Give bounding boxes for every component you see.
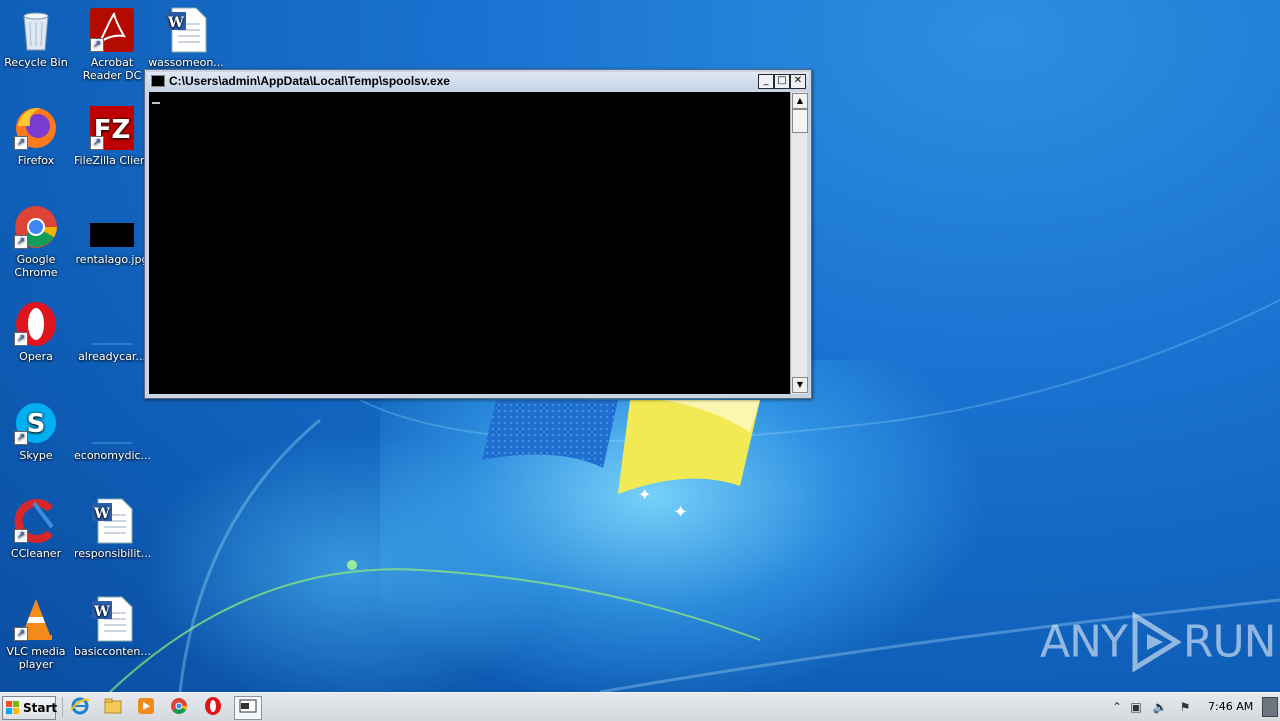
scroll-thumb[interactable] <box>792 109 808 133</box>
opera-icon[interactable] <box>200 696 226 718</box>
svg-text:✦: ✦ <box>673 502 688 516</box>
image-file-icon <box>88 203 136 251</box>
desktop-icon-label: Acrobat Reader DC <box>82 56 142 82</box>
start-label: Start <box>23 701 58 715</box>
console-output-area[interactable] <box>149 92 790 394</box>
show-desktop-button[interactable] <box>1262 697 1278 717</box>
svg-text:W: W <box>93 604 110 620</box>
blank-file-icon <box>88 399 136 447</box>
vlc-icon: ↗ <box>12 595 60 643</box>
desktop-icon-opera[interactable]: ↗ Opera <box>0 300 74 363</box>
play-logo-icon <box>1132 611 1182 673</box>
desktop-icon-label: Opera <box>19 350 53 363</box>
shortcut-arrow-icon: ↗ <box>90 38 104 52</box>
chrome-icon[interactable] <box>166 696 192 718</box>
desktop-icon-alreadycar[interactable]: alreadycar... <box>74 300 150 363</box>
scroll-down-button[interactable]: ▼ <box>792 377 808 393</box>
desktop-icon-vlc[interactable]: ↗ VLC media player <box>0 595 74 671</box>
console-window-icon <box>151 75 165 87</box>
desktop-icon-recycle-bin[interactable]: Recycle Bin <box>0 6 74 69</box>
windows-logo-wallpaper: ✦ ✦ <box>482 400 760 516</box>
svg-text:S: S <box>27 409 46 439</box>
desktop-icon-label: Skype <box>19 449 53 462</box>
watermark-text-right: RUN <box>1182 616 1277 668</box>
console-window-icon[interactable] <box>234 696 262 720</box>
desktop-icon-acrobat[interactable]: ↗ Acrobat Reader DC <box>74 6 150 82</box>
desktop-icon-label: alreadycar... <box>78 350 146 363</box>
shortcut-arrow-icon: ↗ <box>14 627 28 641</box>
desktop-icon-label: economydic... <box>74 449 150 462</box>
taskbar: Start ⌃ ▣ 🔈 ⚑ 7:46 AM <box>0 692 1280 721</box>
word-doc-icon: W <box>88 595 136 643</box>
desktop-icon-responsibilit[interactable]: W responsibilit... <box>74 497 150 560</box>
opera-icon: ↗ <box>12 300 60 348</box>
ccleaner-icon: ↗ <box>12 497 60 545</box>
desktop-icon-economydic[interactable]: economydic... <box>74 399 150 462</box>
taskbar-separator <box>62 697 63 717</box>
desktop-icon-label: responsibilit... <box>74 547 150 560</box>
desktop-icon-chrome[interactable]: ↗ Google Chrome <box>0 203 74 279</box>
close-button[interactable]: ✕ <box>790 74 806 89</box>
desktop: ✦ ✦ Recycle Bin ↗ Firefox ↗ Google Chrom… <box>0 0 1280 692</box>
desktop-icon-ccleaner[interactable]: ↗ CCleaner <box>0 497 74 560</box>
maximize-button[interactable]: □ <box>774 74 790 89</box>
desktop-icon-wassomeon[interactable]: W wassomeon... <box>148 6 224 69</box>
word-doc-icon: W <box>88 497 136 545</box>
desktop-icon-label: Recycle Bin <box>4 56 68 69</box>
desktop-icon-label: VLC media player <box>6 645 66 671</box>
svg-text:✦: ✦ <box>638 485 651 504</box>
desktop-icon-label: CCleaner <box>10 547 62 560</box>
acrobat-icon: ↗ <box>88 6 136 54</box>
text-cursor <box>152 102 160 104</box>
firefox-icon: ↗ <box>12 104 60 152</box>
console-title: C:\Users\admin\AppData\Local\Temp\spools… <box>169 74 450 88</box>
media-player-icon[interactable] <box>133 696 159 718</box>
console-window[interactable]: C:\Users\admin\AppData\Local\Temp\spools… <box>144 69 812 399</box>
shortcut-arrow-icon: ↗ <box>90 136 104 150</box>
start-button[interactable]: Start <box>2 696 58 720</box>
desktop-icon-rentalago[interactable]: rentalago.jpg <box>74 203 150 266</box>
filezilla-icon: FZ ↗ <box>88 104 136 152</box>
internet-explorer-icon[interactable] <box>67 696 93 718</box>
watermark-text-left: ANY <box>1040 616 1128 668</box>
desktop-icon-label: rentalago.jpg <box>75 253 149 266</box>
shortcut-arrow-icon: ↗ <box>14 332 28 346</box>
file-explorer-icon[interactable] <box>100 696 126 718</box>
skype-icon: S ↗ <box>12 399 60 447</box>
desktop-icon-label: basicconten... <box>74 645 150 658</box>
shortcut-arrow-icon: ↗ <box>14 431 28 445</box>
action-center-icon[interactable]: ▣ <box>1128 699 1144 715</box>
chrome-icon: ↗ <box>12 203 60 251</box>
desktop-icon-label: Google Chrome <box>14 253 58 279</box>
shortcut-arrow-icon: ↗ <box>14 235 28 249</box>
recycle-bin-icon <box>12 6 60 54</box>
network-flag-icon[interactable]: ⚑ <box>1177 699 1193 715</box>
desktop-icon-basicconten[interactable]: W basicconten... <box>74 595 150 658</box>
desktop-icon-label: Firefox <box>17 154 55 167</box>
desktop-icon-label: wassomeon... <box>148 56 224 69</box>
vertical-scrollbar[interactable]: ▲ ▼ <box>790 92 808 394</box>
shortcut-arrow-icon: ↗ <box>14 529 28 543</box>
volume-icon[interactable]: 🔈 <box>1152 699 1168 715</box>
blank-file-icon <box>88 300 136 348</box>
desktop-icon-label: FileZilla Client <box>74 154 150 167</box>
taskbar-clock[interactable]: 7:46 AM <box>1208 700 1253 713</box>
minimize-button[interactable]: _ <box>758 74 774 89</box>
word-doc-icon: W <box>162 6 210 54</box>
windows-flag-icon <box>6 701 19 714</box>
shortcut-arrow-icon: ↗ <box>14 136 28 150</box>
show-hidden-icons-icon[interactable]: ⌃ <box>1109 699 1125 715</box>
console-titlebar[interactable]: C:\Users\admin\AppData\Local\Temp\spools… <box>147 72 809 90</box>
svg-text:W: W <box>93 506 110 522</box>
desktop-icon-filezilla[interactable]: FZ ↗ FileZilla Client <box>74 104 150 167</box>
desktop-icon-firefox[interactable]: ↗ Firefox <box>0 104 74 167</box>
svg-text:W: W <box>167 15 184 31</box>
desktop-icon-skype[interactable]: S ↗ Skype <box>0 399 74 462</box>
anyrun-watermark: ANY RUN <box>1040 611 1277 673</box>
scroll-up-button[interactable]: ▲ <box>792 93 808 109</box>
